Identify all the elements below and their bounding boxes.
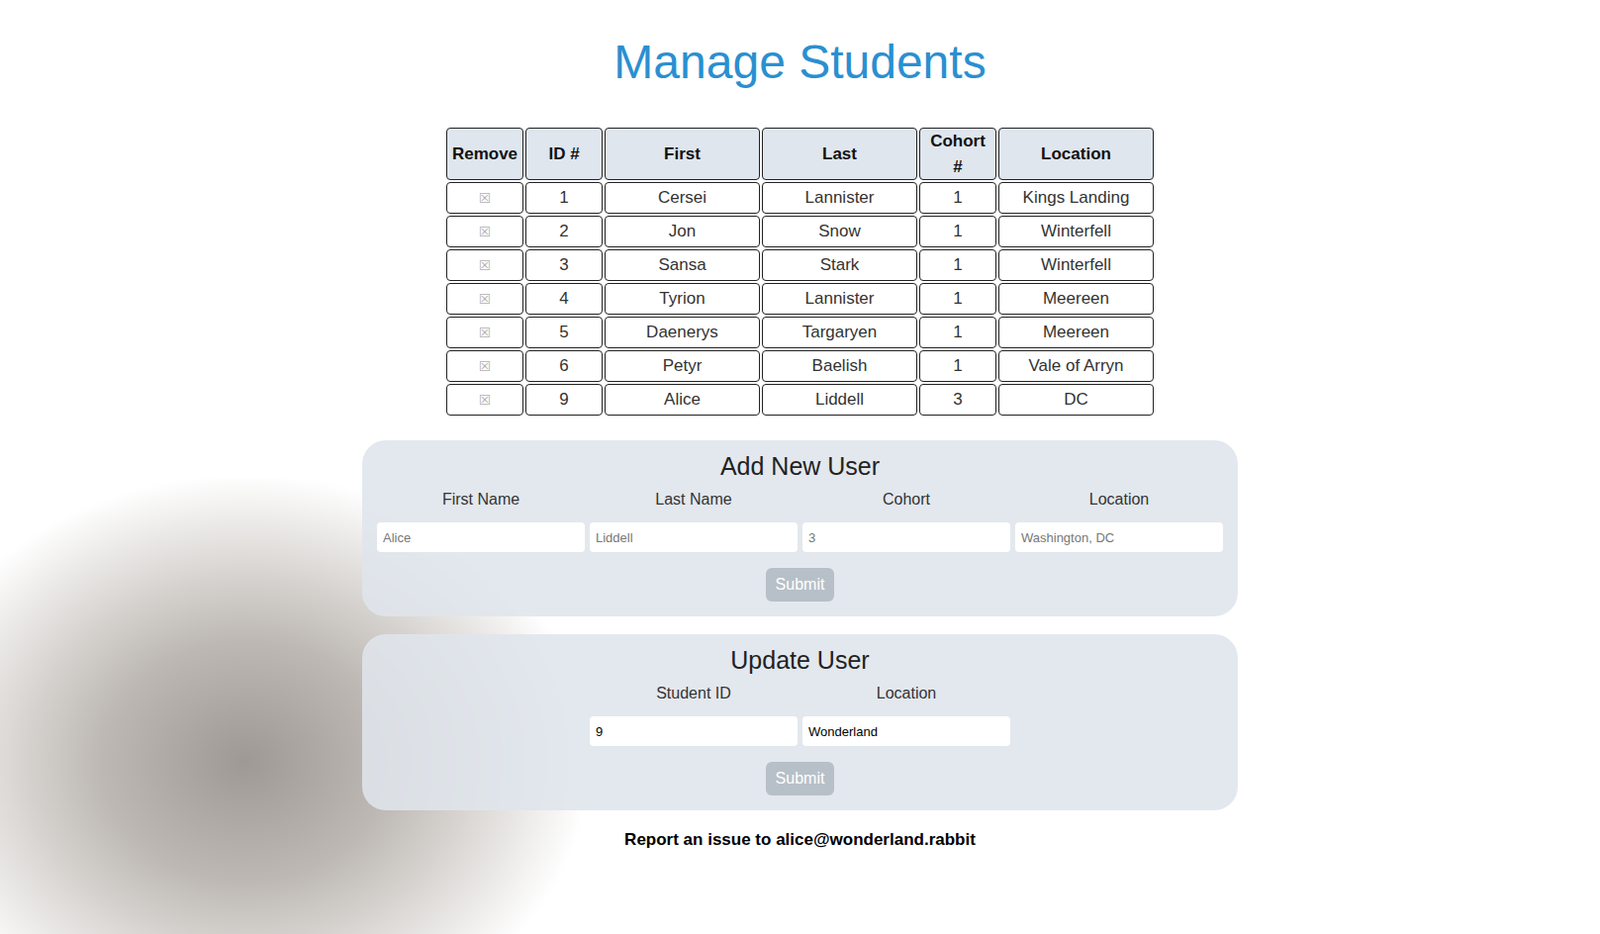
form-fields: Student ID Location [376, 681, 1224, 747]
remove-icon[interactable]: ☒ [478, 223, 492, 240]
text-input[interactable] [589, 716, 798, 747]
remove-cell: ☒ [446, 249, 524, 282]
column-header[interactable]: Location [998, 127, 1154, 181]
students-table: RemoveID #FirstLastCohort #Location☒1Cer… [444, 125, 1156, 418]
table-cell: Tyrion [604, 282, 760, 315]
form-field: Location [1015, 487, 1224, 553]
table-cell: Lannister [761, 282, 918, 315]
remove-icon[interactable]: ☒ [478, 290, 492, 307]
table-cell: Snow [761, 215, 918, 248]
text-input[interactable] [802, 716, 1011, 747]
add-form-panel: Add New User First Name Last Name Cohort Loc… [362, 440, 1238, 617]
remove-cell: ☒ [446, 383, 524, 416]
update-form-panel: Update User Student ID Location Submit [362, 634, 1238, 811]
table-row: ☒1CerseiLannister1Kings Landing [446, 182, 1154, 214]
remove-cell: ☒ [446, 182, 524, 214]
table-cell: 1 [919, 182, 997, 214]
form-field: Last Name [589, 487, 798, 553]
remove-cell: ☒ [446, 350, 524, 382]
text-input[interactable] [1015, 522, 1224, 553]
table-cell: 1 [525, 182, 603, 214]
remove-icon[interactable]: ☒ [478, 189, 492, 206]
table-cell: 1 [919, 282, 997, 315]
text-input[interactable] [589, 522, 798, 553]
table-row: ☒ 6PetyrBaelish1Vale of Arryn [446, 350, 1154, 382]
header-row: RemoveID #FirstLastCohort #Location [446, 127, 1154, 181]
table-cell: Stark [761, 249, 918, 282]
text-input[interactable] [376, 522, 585, 553]
table-cell: 1 [919, 249, 997, 282]
table-cell: Alice [604, 383, 760, 416]
table-cell: Baelish [761, 350, 918, 382]
field-label: First Name [442, 487, 520, 512]
table-cell: Sansa [604, 249, 760, 282]
column-header[interactable]: ID # [525, 127, 603, 181]
table-cell: Vale of Arryn [998, 350, 1154, 382]
table-cell: DC [998, 383, 1154, 416]
field-label: Location [876, 681, 938, 706]
table-cell: Targaryen [761, 316, 918, 349]
table-cell: 6 [525, 350, 603, 382]
form-field: Student ID [589, 681, 798, 747]
table-cell: Winterfell [998, 215, 1154, 248]
column-header[interactable]: Remove [446, 127, 524, 181]
panel-title: Update User [730, 644, 869, 676]
table-cell: 4 [525, 282, 603, 315]
submit-button[interactable]: Submit [765, 567, 836, 602]
column-header[interactable]: Cohort # [919, 127, 997, 181]
form-field: First Name [376, 487, 585, 553]
table-row: ☒ 5DaenerysTargaryen1Meereen [446, 316, 1154, 349]
panel-title: Add New User [720, 450, 880, 482]
remove-icon[interactable]: ☒ [478, 391, 492, 408]
text-input[interactable] [802, 522, 1011, 553]
table-cell: Meereen [998, 282, 1154, 315]
table-cell: 2 [525, 215, 603, 248]
field-label: Student ID [656, 681, 732, 706]
table-cell: 1 [919, 215, 997, 248]
remove-icon[interactable]: ☒ [478, 324, 492, 341]
table-row: ☒ 3SansaStark1Winterfell [446, 249, 1154, 282]
table-row: ☒ 9AliceLiddell3DC [446, 383, 1154, 416]
table-cell: Winterfell [998, 249, 1154, 282]
table-body: ☒1CerseiLannister1Kings Landing☒2JonSnow… [446, 182, 1154, 416]
submit-button[interactable]: Submit [765, 761, 836, 796]
footer-text: Report an issue to alice@wonderland.rabb… [624, 827, 976, 853]
table-cell: Daenerys [604, 316, 760, 349]
form-field: Location [802, 681, 1011, 747]
table-cell: 5 [525, 316, 603, 349]
remove-cell: ☒ [446, 215, 524, 248]
table-cell: Petyr [604, 350, 760, 382]
column-header[interactable]: Last [761, 127, 918, 181]
table-cell: Lannister [761, 182, 918, 214]
table-row: ☒ 2JonSnow1Winterfell [446, 215, 1154, 248]
table-row: ☒ 4TyrionLannister1Meereen [446, 282, 1154, 315]
field-label: Location [1089, 487, 1150, 512]
table-cell: 3 [919, 383, 997, 416]
column-header[interactable]: First [604, 127, 760, 181]
table-cell: Jon [604, 215, 760, 248]
table-cell: 9 [525, 383, 603, 416]
remove-icon[interactable]: ☒ [478, 257, 492, 274]
remove-cell: ☒ [446, 316, 524, 349]
table-head: RemoveID #FirstLastCohort #Location [446, 127, 1154, 181]
remove-cell: ☒ [446, 282, 524, 315]
table-cell: 3 [525, 249, 603, 282]
table-cell: Cersei [604, 182, 760, 214]
table-cell: Liddell [761, 383, 918, 416]
form-field: Cohort [802, 487, 1011, 553]
page-title: Manage Students [613, 32, 986, 93]
form-fields: First Name Last Name Cohort Location [376, 487, 1224, 553]
table-cell: 1 [919, 350, 997, 382]
table-cell: Meereen [998, 316, 1154, 349]
field-label: Cohort [882, 487, 931, 512]
field-label: Last Name [655, 487, 732, 512]
remove-icon[interactable]: ☒ [478, 358, 492, 375]
table-cell: Kings Landing [998, 182, 1154, 214]
table-cell: 1 [919, 316, 997, 349]
